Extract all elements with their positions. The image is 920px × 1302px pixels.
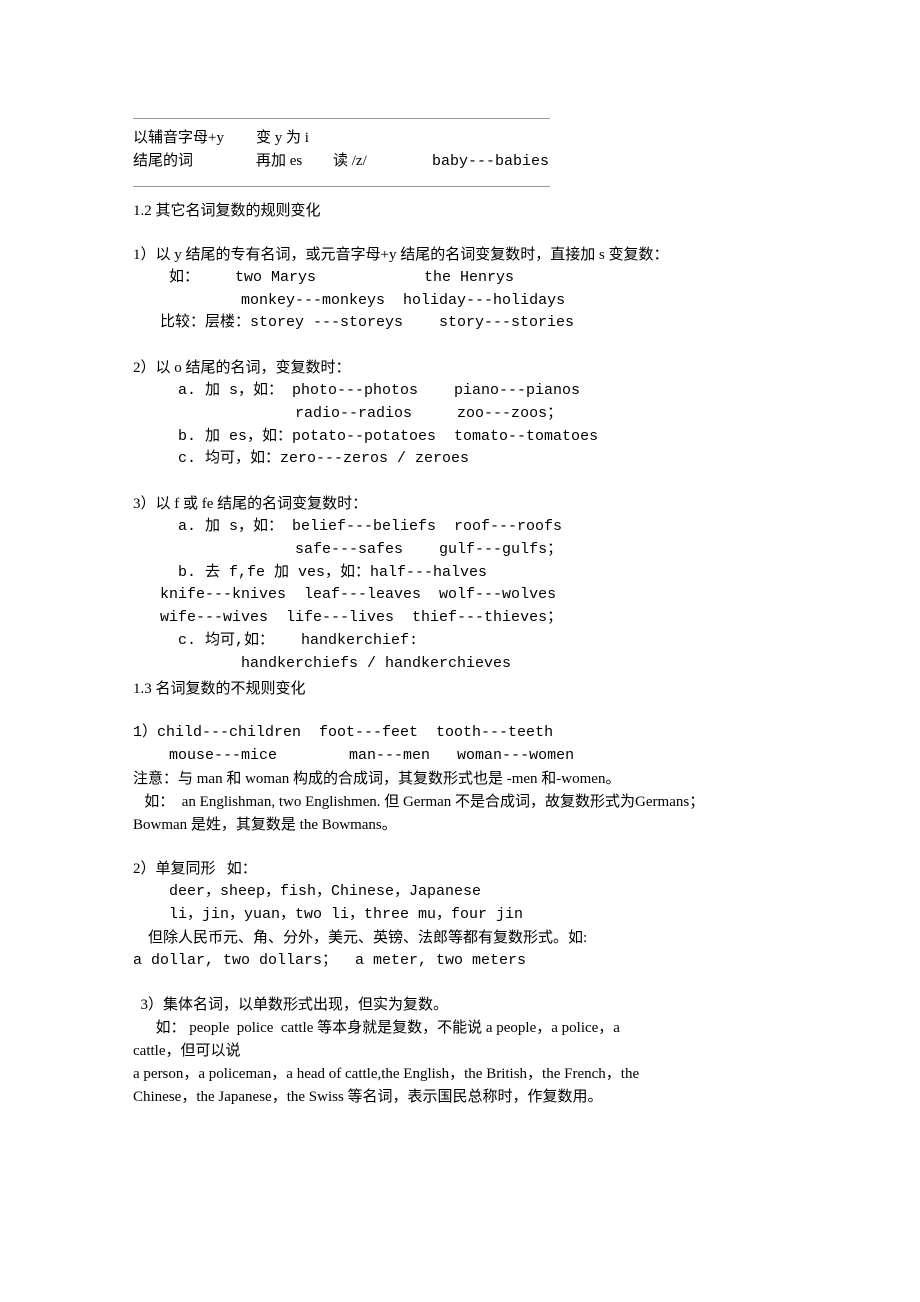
irregular-note-example-1: 如： an Englishman, two Englishmen. 但 Germ… — [133, 793, 705, 810]
rule-3-item-c-cont: handkerchiefs / handkerchieves — [133, 654, 512, 672]
collective-noun-label: 3）集体名词，以单数形式出现，但实为复数。 — [133, 997, 449, 1014]
irregular-list-line-2: mouse---mice man---men woman---women — [133, 747, 575, 765]
rule-3-item-a: a. 加 s，如： belief---beliefs roof---roofs — [133, 517, 563, 535]
section-heading-1-2: 1.2 其它名词复数的规则变化 — [133, 202, 321, 219]
rule-2-label: 2）以 o 结尾的名词，变复数时： — [133, 360, 351, 377]
rule-1-example-2: monkey---monkeys holiday---holidays — [133, 291, 566, 309]
collective-noun-line-1: 如： people police cattle 等本身就是复数，不能说 a pe… — [133, 1020, 620, 1037]
invariant-plural-label: 2）单复同形 如： — [133, 861, 257, 878]
rule-change-line1: 变 y 为 i — [256, 130, 309, 146]
document-page: 以辅音字母+y 变 y 为 i 结尾的词 再加 es 读 /z/ baby---… — [0, 0, 920, 1302]
horizontal-rule-top — [133, 118, 550, 119]
irregular-list-line-1: 1）child---children foot---feet tooth---t… — [133, 724, 554, 742]
collective-noun-line-4: Chinese，the Japanese，the Swiss 等名词，表示国民总… — [133, 1088, 603, 1105]
invariant-plural-line-3: 但除人民币元、角、分外，美元、英镑、法郎等都有复数形式。如: — [133, 929, 588, 946]
invariant-plural-line-4: a dollar, two dollars； a meter, two mete… — [133, 951, 527, 969]
rule-pronunciation-line1 — [333, 128, 432, 151]
irregular-note: 注意：与 man 和 woman 构成的合成词，其复数形式也是 -men 和-w… — [133, 770, 621, 787]
table-row: 以辅音字母+y 变 y 为 i — [133, 128, 550, 151]
rule-2-item-a: a. 加 s，如： photo---photos piano---pianos — [133, 381, 581, 399]
section-heading-1-3: 1.3 名词复数的不规则变化 — [133, 680, 306, 697]
rule-change-line2: 再加 es — [256, 153, 303, 170]
invariant-plural-line-1: deer，sheep，fish，Chinese，Japanese — [133, 883, 482, 901]
rule-3-item-c: c. 均可,如： handkerchief: — [133, 631, 419, 649]
invariant-plural-line-2: li，jin，yuan，two li，three mu，four jin — [133, 905, 524, 923]
rule-example-line2: baby---babies — [432, 153, 550, 171]
collective-noun-line-3: a person，a policeman，a head of cattle,th… — [133, 1065, 640, 1082]
rule-1-example-1: 如： two Marys the Henrys — [133, 268, 515, 286]
collective-noun-line-2: cattle，但可以说 — [133, 1042, 241, 1059]
rule-3-item-b-cont-2: wife---wives life---lives thief---thieve… — [133, 609, 563, 627]
rule-condition-line1: 以辅音字母+y — [133, 130, 224, 146]
rule-2-item-a-cont: radio--radios zoo---zoos； — [133, 404, 563, 422]
rule-condition-line2: 结尾的词 — [133, 153, 194, 170]
y-to-ies-rule-table: 以辅音字母+y 变 y 为 i 结尾的词 再加 es 读 /z/ baby---… — [133, 128, 550, 176]
document-content: 以辅音字母+y 变 y 为 i 结尾的词 再加 es 读 /z/ baby---… — [133, 118, 833, 1108]
rule-2-item-b: b. 加 es，如：potato--potatoes tomato--tomat… — [133, 427, 599, 445]
horizontal-rule-bottom — [133, 185, 550, 187]
rule-2-item-c: c. 均可，如：zero---zeros / zeroes — [133, 450, 470, 468]
rule-example-line1 — [432, 128, 550, 151]
rule-pronunciation-line2: 读 /z/ — [333, 153, 367, 170]
rule-1-label: 1）以 y 结尾的专有名词，或元音字母+y 结尾的名词变复数时，直接加 s 变复… — [133, 247, 669, 263]
irregular-note-example-2: Bowman 是姓，其复数是 the Bowmans。 — [133, 816, 397, 833]
rule-3-item-b-cont-1: knife---knives leaf---leaves wolf---wolv… — [133, 586, 557, 604]
table-row: 结尾的词 再加 es 读 /z/ baby---babies — [133, 151, 550, 175]
rule-3-label: 3）以 f 或 fe 结尾的名词变复数时： — [133, 496, 368, 513]
rule-3-item-a-cont: safe---safes gulf---gulfs； — [133, 540, 563, 558]
rule-3-item-b: b. 去 f,fe 加 ves，如：half---halves — [133, 563, 488, 581]
rule-1-compare: 比较：层楼：storey ---storeys story---stories — [133, 314, 575, 332]
